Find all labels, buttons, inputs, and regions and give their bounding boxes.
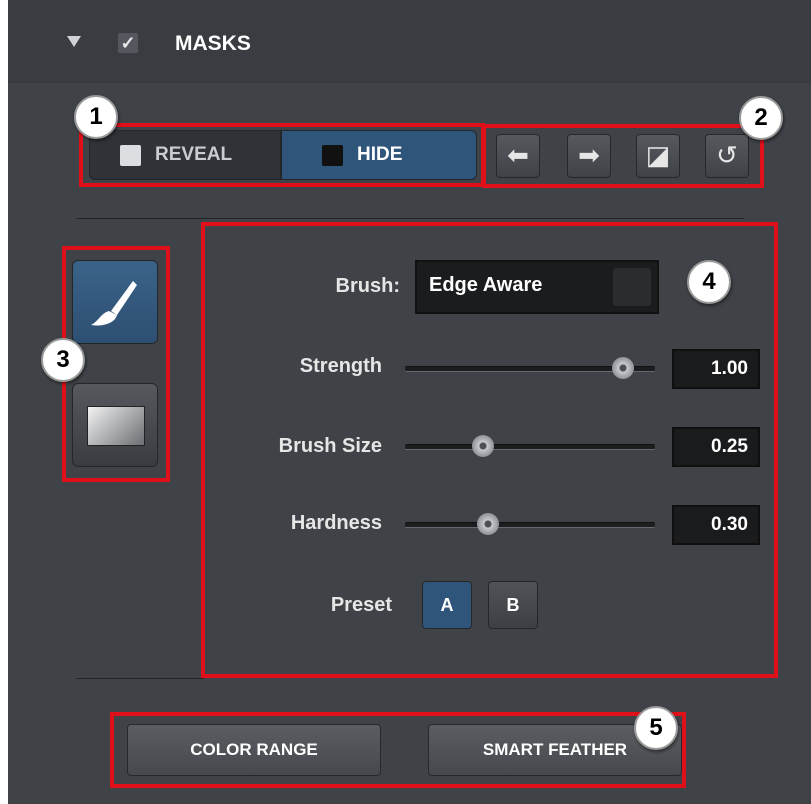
highlight-box-5 — [110, 712, 686, 788]
divider-top — [76, 218, 744, 219]
callout-badge-2: 2 — [739, 96, 783, 140]
callout-badge-1: 1 — [74, 95, 118, 139]
divider-bottom — [76, 678, 204, 679]
callout-badge-3: 3 — [41, 338, 85, 382]
triangle-down-icon[interactable] — [67, 36, 81, 47]
highlight-box-2 — [482, 124, 764, 188]
callout-badge-5: 5 — [634, 706, 678, 750]
checkmark-icon[interactable]: ✓ — [118, 33, 138, 53]
panel-title: MASKS — [175, 32, 251, 55]
highlight-box-1 — [79, 123, 485, 187]
callout-badge-4: 4 — [687, 260, 731, 304]
